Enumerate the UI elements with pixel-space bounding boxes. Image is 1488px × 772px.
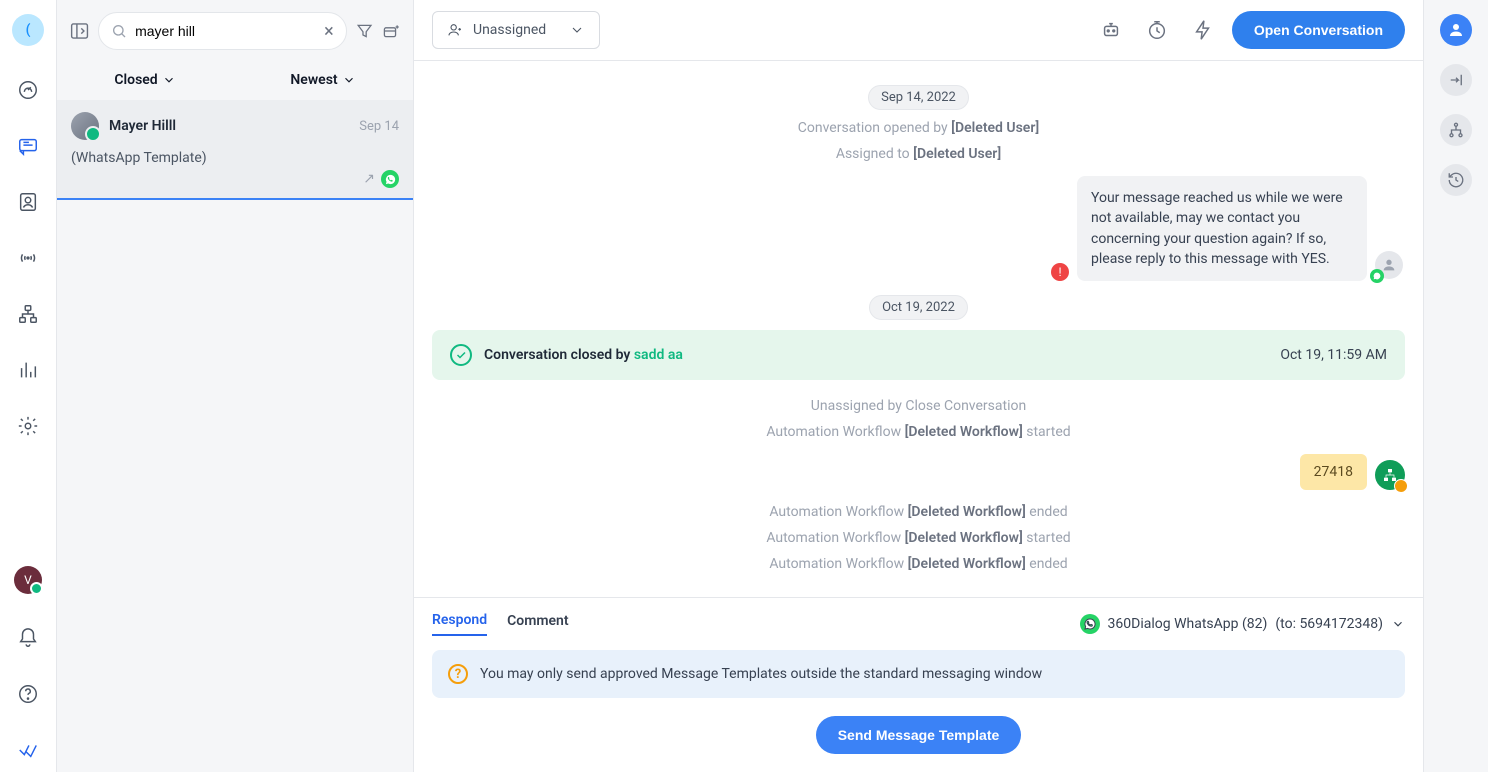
date-separator: Oct 19, 2022 [869, 295, 968, 320]
search-input[interactable] [135, 23, 316, 39]
outbound-message-row: ! Your message reached us while we were … [432, 176, 1405, 281]
inbox-panel: × Closed Newest Mayer Hilll Sep 14 (What… [57, 0, 414, 772]
message-thread: Sep 14, 2022 Conversation opened by [Del… [414, 61, 1423, 597]
search-icon [111, 23, 127, 39]
closed-text: Conversation closed by sadd aa [484, 347, 683, 363]
conversation-header: Unassigned Open Conversation [414, 0, 1423, 61]
contact-details-icon[interactable] [1440, 14, 1472, 46]
open-conversation-button[interactable]: Open Conversation [1232, 11, 1405, 49]
whatsapp-channel-icon [381, 170, 399, 188]
tab-comment[interactable]: Comment [507, 613, 568, 635]
message-bubble: Your message reached us while we were no… [1077, 176, 1367, 281]
conversation-preview: (WhatsApp Template) [71, 150, 399, 166]
search-field[interactable]: × [98, 12, 347, 50]
info-text: You may only send approved Message Templ… [480, 666, 1042, 682]
workflows-icon[interactable] [16, 302, 40, 326]
reports-icon[interactable] [16, 358, 40, 382]
channel-to: (to: 5694172348) [1275, 616, 1383, 632]
contact-avatar [71, 112, 99, 140]
contact-name: Mayer Hilll [109, 118, 349, 134]
system-workflow: Automation Workflow [Deleted Workflow] e… [432, 504, 1405, 520]
tab-respond[interactable]: Respond [432, 612, 487, 636]
system-workflow: Automation Workflow [Deleted Workflow] s… [432, 424, 1405, 440]
collapse-panel-icon[interactable] [69, 20, 90, 42]
channel-name: 360Dialog WhatsApp (82) [1108, 616, 1268, 632]
inbox-icon[interactable] [16, 134, 40, 158]
assignee-select[interactable]: Unassigned [432, 11, 600, 49]
sender-avatar [1375, 251, 1405, 281]
send-template-button[interactable]: Send Message Template [816, 716, 1022, 754]
channel-mini-icon [1394, 479, 1408, 493]
chevron-down-icon [342, 73, 356, 87]
dashboard-icon[interactable] [16, 78, 40, 102]
right-rail [1423, 0, 1488, 772]
chevron-down-icon [569, 22, 585, 38]
hierarchy-icon[interactable] [1440, 114, 1472, 146]
message-bubble: 27418 [1300, 454, 1367, 490]
workspace-logo[interactable]: ( [12, 14, 44, 46]
person-icon [447, 22, 463, 38]
system-workflow: Automation Workflow [Deleted Workflow] e… [432, 556, 1405, 572]
broadcast-icon[interactable] [16, 246, 40, 270]
outbound-message-row: 27418 [432, 454, 1405, 490]
inbox-header: × [57, 0, 413, 62]
system-assigned: Assigned to [Deleted User] [432, 146, 1405, 162]
closed-timestamp: Oct 19, 11:59 AM [1280, 347, 1387, 363]
contacts-icon[interactable] [16, 190, 40, 214]
outbound-arrow-icon: ↗ [363, 171, 375, 187]
clear-search-icon[interactable]: × [324, 21, 334, 42]
bot-icon[interactable] [1100, 19, 1122, 41]
system-unassigned: Unassigned by Close Conversation [432, 398, 1405, 414]
closed-banner: Conversation closed by sadd aa Oct 19, 1… [432, 330, 1405, 380]
help-circle-icon: ? [448, 664, 468, 684]
error-badge-icon[interactable]: ! [1051, 263, 1069, 281]
assignee-label: Unassigned [473, 22, 546, 38]
order-filter[interactable]: Newest [290, 72, 355, 88]
conversation-main: Unassigned Open Conversation Sep 14, 202… [414, 0, 1423, 772]
bot-avatar [1375, 460, 1405, 490]
composer: Respond Comment 360Dialog WhatsApp (82) … [414, 597, 1423, 772]
check-circle-icon [450, 344, 472, 366]
merge-arrows-icon[interactable] [1440, 64, 1472, 96]
whatsapp-icon [1080, 614, 1100, 634]
snooze-icon[interactable] [1146, 19, 1168, 41]
nav-rail: ( V [0, 0, 57, 772]
status-filter[interactable]: Closed [114, 72, 175, 88]
new-conversation-icon[interactable] [382, 21, 401, 41]
whatsapp-mini-icon [1370, 269, 1384, 283]
conversation-date: Sep 14 [359, 119, 399, 134]
app-brand-icon[interactable] [16, 738, 40, 762]
chevron-down-icon [162, 73, 176, 87]
help-icon[interactable] [16, 682, 40, 706]
notifications-icon[interactable] [16, 626, 40, 650]
template-info-banner: ? You may only send approved Message Tem… [432, 650, 1405, 698]
filter-icon[interactable] [355, 21, 374, 41]
system-opened: Conversation opened by [Deleted User] [432, 120, 1405, 136]
history-icon[interactable] [1440, 164, 1472, 196]
channel-selector[interactable]: 360Dialog WhatsApp (82) (to: 5694172348) [1080, 614, 1405, 634]
settings-icon[interactable] [16, 414, 40, 438]
date-separator: Sep 14, 2022 [868, 85, 969, 110]
inbox-sort-bar: Closed Newest [57, 62, 413, 100]
system-workflow: Automation Workflow [Deleted Workflow] s… [432, 530, 1405, 546]
user-avatar[interactable]: V [14, 566, 42, 594]
chevron-down-icon [1391, 617, 1405, 631]
conversation-item[interactable]: Mayer Hilll Sep 14 (WhatsApp Template) ↗ [57, 100, 413, 200]
bolt-icon[interactable] [1192, 19, 1214, 41]
